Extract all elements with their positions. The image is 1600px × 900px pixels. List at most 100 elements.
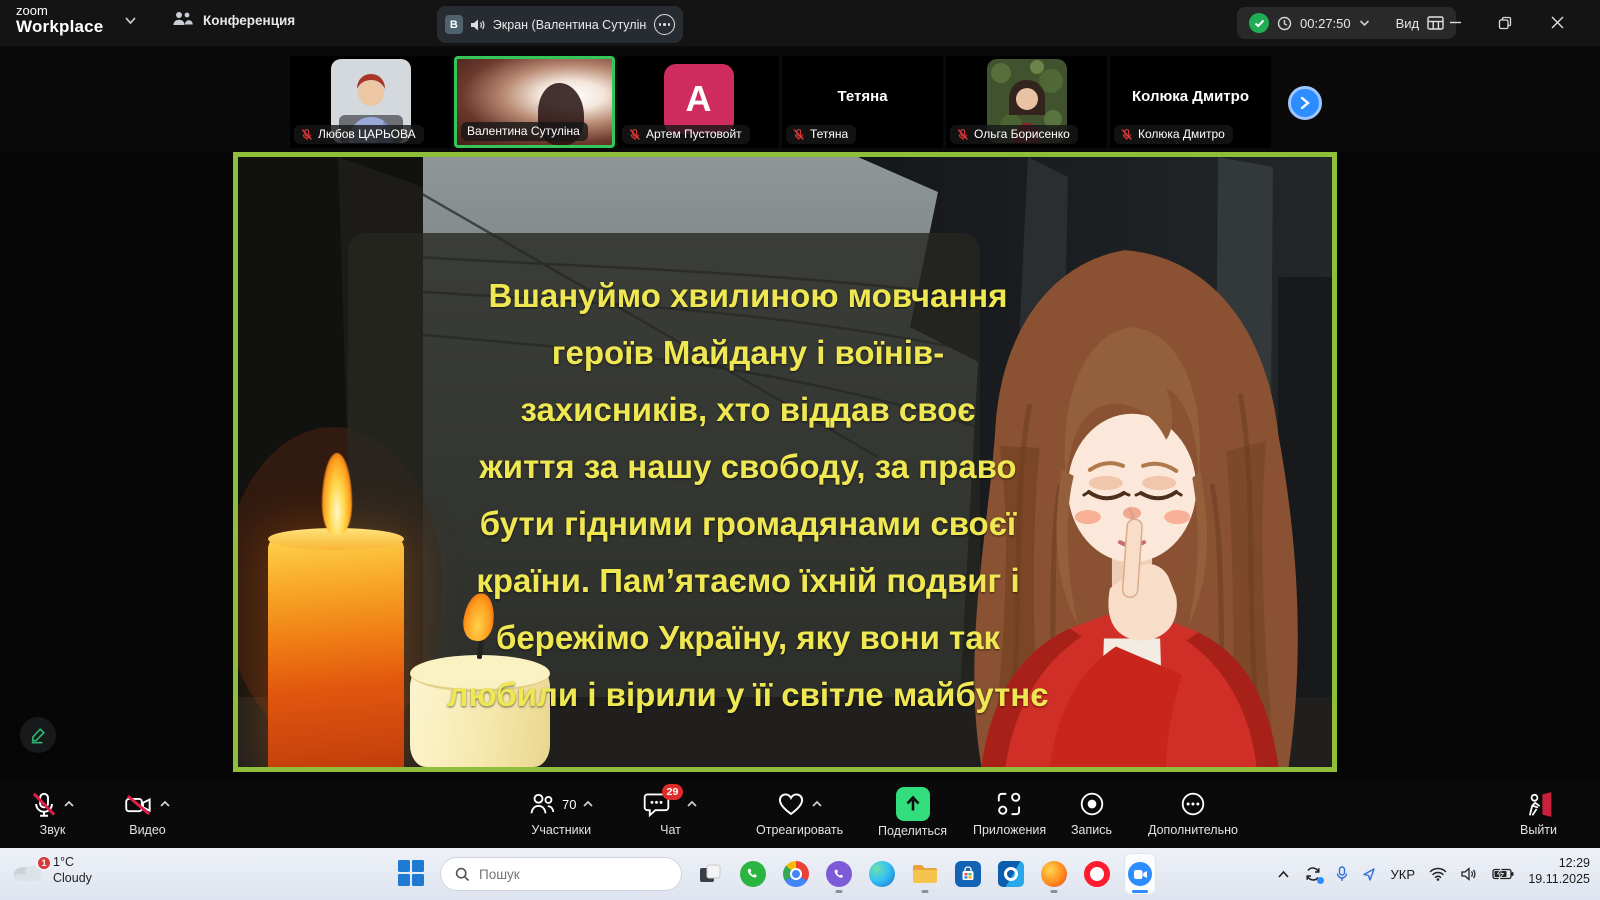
weather-widget[interactable]: 1 1°C Cloudy bbox=[10, 855, 92, 886]
video-button[interactable]: Видео bbox=[124, 788, 171, 837]
record-icon bbox=[1079, 791, 1105, 817]
zoom-toolbar: Звук Видео 70 Участники bbox=[0, 780, 1600, 848]
security-shield-icon bbox=[1249, 13, 1269, 33]
participant-name-label: Колюка Дмитро bbox=[1114, 125, 1233, 144]
people-icon bbox=[172, 10, 194, 30]
audio-options-chevron-icon[interactable] bbox=[63, 800, 75, 808]
zoom-workplace-logo: zoom Workplace bbox=[16, 4, 103, 35]
tray-chevron-up-icon[interactable] bbox=[1277, 870, 1290, 879]
taskbar-clock[interactable]: 12:29 19.11.2025 bbox=[1528, 855, 1590, 888]
outlook-icon[interactable] bbox=[996, 854, 1026, 894]
annotate-button[interactable] bbox=[20, 717, 56, 753]
viber-icon[interactable] bbox=[824, 854, 854, 894]
more-label: Дополнительно bbox=[1148, 823, 1238, 837]
participants-count: 70 bbox=[562, 797, 576, 812]
tab-conference-label: Конференция bbox=[203, 13, 295, 28]
task-view-icon[interactable] bbox=[695, 854, 725, 894]
microsoft-store-icon[interactable] bbox=[953, 854, 983, 894]
start-button[interactable] bbox=[398, 860, 426, 888]
avatar-letter: А bbox=[664, 64, 734, 134]
clock-icon bbox=[1277, 16, 1292, 31]
apps-button[interactable]: Приложения bbox=[973, 788, 1046, 837]
windows-taskbar: 1 1°C Cloudy bbox=[0, 848, 1600, 900]
taskbar-time: 12:29 bbox=[1528, 855, 1590, 871]
close-button[interactable] bbox=[1534, 0, 1580, 45]
sync-icon[interactable] bbox=[1304, 865, 1322, 883]
chrome-icon[interactable] bbox=[781, 854, 811, 894]
minimize-button[interactable] bbox=[1432, 0, 1478, 45]
weather-condition: Cloudy bbox=[53, 871, 92, 887]
audio-button[interactable]: Звук bbox=[30, 788, 75, 837]
leave-button[interactable]: Выйти bbox=[1520, 788, 1557, 837]
meeting-timer: 00:27:50 bbox=[1300, 16, 1351, 31]
shared-screen[interactable]: Вшануймо хвилиною мовчання героїв Майдан… bbox=[233, 152, 1337, 772]
battery-icon[interactable] bbox=[1492, 868, 1514, 880]
restore-button[interactable] bbox=[1482, 0, 1528, 45]
mic-muted-icon bbox=[300, 128, 313, 141]
search-icon bbox=[455, 867, 470, 882]
participant-name-big: Колюка Дмитро bbox=[1110, 88, 1271, 105]
more-button[interactable]: Дополнительно bbox=[1148, 788, 1238, 837]
react-button[interactable]: Отреагировать bbox=[756, 788, 843, 837]
small-candle bbox=[410, 665, 550, 767]
participant-tile-artem[interactable]: А Артем Пустовойт bbox=[618, 56, 779, 148]
tab-options-icon[interactable] bbox=[654, 14, 675, 35]
chevron-down-icon[interactable] bbox=[1359, 19, 1370, 27]
zoom-titlebar: zoom Workplace Конференция В Экран (Вале… bbox=[0, 0, 1600, 46]
participant-name-big: Тетяна bbox=[782, 88, 943, 105]
video-options-chevron-icon[interactable] bbox=[159, 800, 171, 808]
mic-muted-icon bbox=[30, 791, 57, 818]
chat-unread-badge: 29 bbox=[662, 784, 683, 800]
volume-icon[interactable] bbox=[1461, 867, 1478, 881]
chat-chevron-icon[interactable] bbox=[686, 800, 698, 808]
record-button[interactable]: Запись bbox=[1071, 788, 1112, 837]
participants-label: Участники bbox=[531, 823, 591, 837]
mic-muted-icon bbox=[628, 128, 641, 141]
participants-icon bbox=[528, 791, 556, 817]
participant-name: Тетяна bbox=[810, 127, 848, 141]
participant-name: Артем Пустовойт bbox=[646, 127, 742, 141]
participant-name-label: Ольга Борисенко bbox=[950, 125, 1078, 144]
search-input[interactable] bbox=[479, 867, 629, 882]
participants-button[interactable]: 70 Участники bbox=[528, 788, 594, 837]
opera-icon[interactable] bbox=[1082, 854, 1112, 894]
logo-zoom-text: zoom bbox=[16, 4, 103, 18]
video-label: Видео bbox=[129, 823, 166, 837]
participant-name-label: Валентина Сутуліна bbox=[461, 122, 588, 141]
participants-chevron-icon[interactable] bbox=[582, 800, 594, 808]
wifi-icon[interactable] bbox=[1429, 867, 1447, 881]
participant-name: Валентина Сутуліна bbox=[467, 124, 580, 138]
meeting-info-pill[interactable]: 00:27:50 Вид bbox=[1237, 7, 1456, 39]
participants-strip: Любов ЦАРЬОВА Валентина Сутуліна А Артем… bbox=[0, 46, 1600, 152]
chat-button[interactable]: 29 Чат bbox=[643, 788, 698, 837]
location-icon[interactable] bbox=[1362, 867, 1376, 881]
slide-text-panel bbox=[348, 233, 980, 697]
chevron-down-icon[interactable] bbox=[124, 16, 137, 25]
firefox-icon[interactable] bbox=[1039, 854, 1069, 894]
participant-tile-tetyana[interactable]: Тетяна Тетяна bbox=[782, 56, 943, 148]
view-button-label[interactable]: Вид bbox=[1396, 16, 1420, 31]
record-label: Запись bbox=[1071, 823, 1112, 837]
taskbar-search[interactable] bbox=[440, 857, 682, 891]
participant-tile-valentyna[interactable]: Валентина Сутуліна bbox=[454, 56, 615, 148]
next-participants-button[interactable] bbox=[1288, 86, 1322, 120]
participant-name-label: Любов ЦАРЬОВА bbox=[294, 125, 424, 144]
audio-label: Звук bbox=[40, 823, 66, 837]
participant-name-label: Артем Пустовойт bbox=[622, 125, 750, 144]
language-indicator[interactable]: УКР bbox=[1390, 867, 1415, 882]
zoom-app-icon[interactable] bbox=[1125, 854, 1155, 894]
participant-name: Ольга Борисенко bbox=[974, 127, 1070, 141]
tray-mic-icon[interactable] bbox=[1336, 866, 1348, 882]
react-chevron-icon[interactable] bbox=[811, 800, 823, 808]
participant-tile-lyubov[interactable]: Любов ЦАРЬОВА bbox=[290, 56, 451, 148]
react-label: Отреагировать bbox=[756, 823, 843, 837]
share-button[interactable]: Поделиться bbox=[878, 787, 947, 838]
participant-tile-olha[interactable]: Ольга Борисенко bbox=[946, 56, 1107, 148]
apps-icon bbox=[996, 791, 1023, 817]
participant-tile-kolyuka[interactable]: Колюка Дмитро Колюка Дмитро bbox=[1110, 56, 1271, 148]
tab-screen-share[interactable]: В Экран (Валентина Сутуліна) bbox=[437, 6, 683, 43]
file-explorer-icon[interactable] bbox=[910, 854, 940, 894]
whatsapp-icon[interactable] bbox=[738, 854, 768, 894]
tab-conference[interactable]: Конференция bbox=[172, 10, 295, 30]
edge-icon[interactable] bbox=[867, 854, 897, 894]
